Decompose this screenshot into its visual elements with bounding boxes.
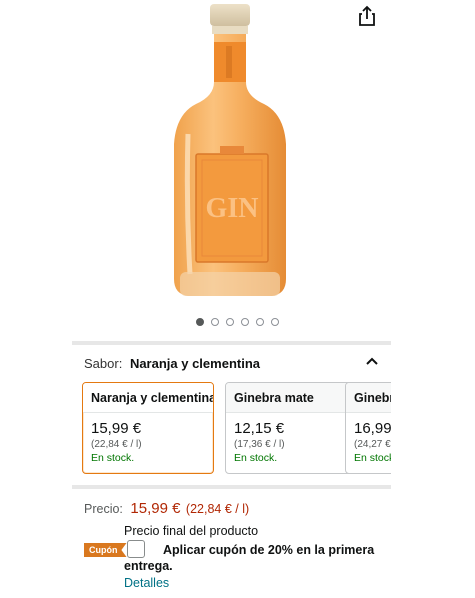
product-image-gallery[interactable]: GIN <box>0 0 475 310</box>
gallery-dot[interactable] <box>226 318 234 326</box>
chevron-up-icon[interactable] <box>364 354 380 370</box>
variant-name: Naranja y clementina <box>83 383 213 413</box>
variant-price: 12,15 € <box>234 420 285 437</box>
final-price-note: Precio final del producto <box>124 524 259 538</box>
variant-name: Ginebra <box>346 383 391 413</box>
variant-stock: En stock. <box>91 452 135 464</box>
coupon-text: Aplicar cupón de 20% en la primera entre… <box>124 543 375 573</box>
gallery-dot[interactable] <box>241 318 249 326</box>
price-row: Precio: 15,99 € (22,84 € / l) <box>84 500 249 517</box>
section-divider <box>72 341 391 345</box>
variant-carousel[interactable]: Naranja y clementina 15,99 € (22,84 € / … <box>82 382 391 477</box>
gallery-dot[interactable] <box>196 318 204 326</box>
price-value: 15,99 € <box>130 500 181 517</box>
section-divider <box>72 485 391 489</box>
coupon-row: Cupón Aplicar cupón de 20% en la primera… <box>84 540 384 576</box>
variant-unit-price: (17,36 € / l) <box>234 439 285 450</box>
variant-price: 16,99 <box>354 420 391 437</box>
variant-unit-price: (22,84 € / l) <box>91 439 142 450</box>
flavor-selected-value: Naranja y clementina <box>129 356 260 371</box>
variant-card-ginebra[interactable]: Ginebra 16,99 (24,27 € En stock <box>345 382 391 474</box>
gallery-dot[interactable] <box>211 318 219 326</box>
variant-stock: En stock. <box>234 452 278 464</box>
flavor-selector-header[interactable]: Sabor: Naranja y clementina <box>84 356 384 374</box>
variant-unit-price: (24,27 € <box>354 439 391 450</box>
variant-card-naranja[interactable]: Naranja y clementina 15,99 € (22,84 € / … <box>82 382 214 474</box>
variant-card-ginebra-mate[interactable]: Ginebra mate 12,15 € (17,36 € / l) En st… <box>225 382 357 474</box>
variant-name: Ginebra mate <box>226 383 356 413</box>
coupon-details-link[interactable]: Detalles <box>124 576 169 590</box>
variant-stock: En stock <box>354 452 391 464</box>
flavor-label: Sabor: <box>84 356 123 371</box>
gallery-pagination <box>0 318 475 326</box>
price-label: Precio: <box>84 502 123 516</box>
price-unit: (22,84 € / l) <box>185 502 250 516</box>
share-icon[interactable] <box>355 4 379 28</box>
gallery-dot[interactable] <box>256 318 264 326</box>
variant-price: 15,99 € <box>91 420 142 437</box>
coupon-badge: Cupón <box>84 543 127 557</box>
bottle-label-text: GIN <box>206 193 259 224</box>
gallery-dot[interactable] <box>271 318 279 326</box>
product-bottle-image[interactable]: GIN <box>160 4 300 304</box>
